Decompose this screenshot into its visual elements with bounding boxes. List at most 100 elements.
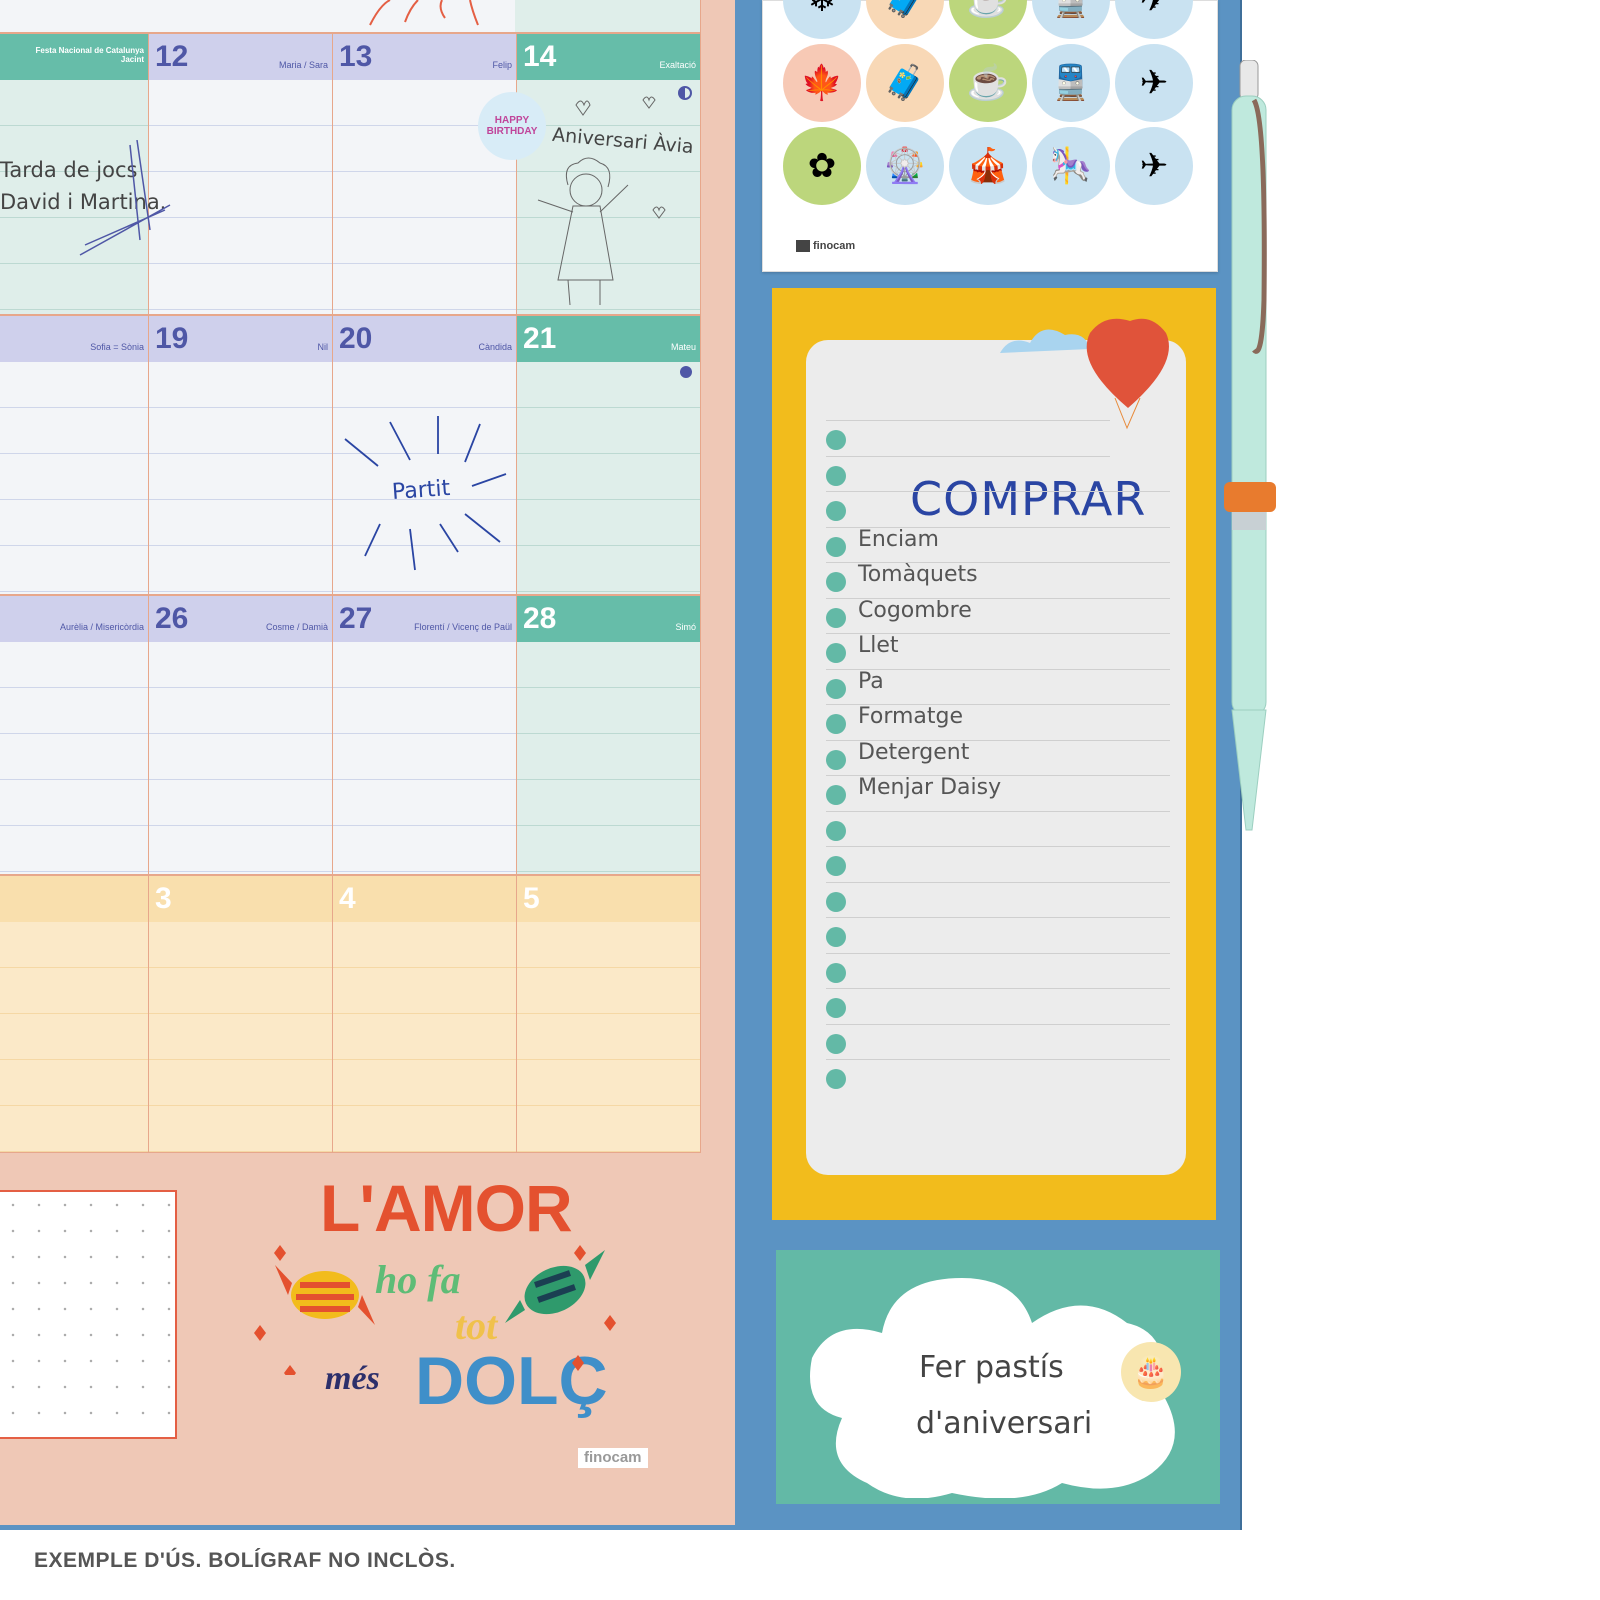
circus-tent-icon[interactable]: 🎪 [949, 127, 1027, 205]
sticker-sheet: ❄ 🧳 ☕ 🚆 ✈ 🍁 🧳 ☕ 🚆 ✈ ✿ 🎡 🎪 🎠 ✈ [762, 0, 1218, 272]
heart-icon [284, 1365, 296, 1375]
list-item[interactable]: Detergent [858, 740, 969, 765]
writing-lines [333, 922, 516, 1152]
saint-name: Felip [492, 60, 512, 70]
day-cell[interactable]: 4 [332, 876, 516, 1152]
day-number: 21 [523, 322, 557, 355]
heart-icon [604, 1315, 616, 1331]
bullet-dot [826, 927, 846, 947]
bullet-dot [826, 785, 846, 805]
list-line [826, 881, 1170, 883]
saint-name: Sofia = Sònia [90, 342, 144, 352]
day-cell[interactable]: 19 Nil [148, 316, 332, 594]
day-cell[interactable]: Aurèlia / Misericòrdia [0, 596, 148, 874]
saint-name: Aurèlia / Misericòrdia [59, 622, 144, 632]
day-number: 12 [155, 40, 189, 73]
day-header [0, 596, 148, 642]
bullet-dot [826, 998, 846, 1018]
list-item[interactable]: Pa [858, 669, 884, 694]
list-line [826, 1059, 1170, 1060]
heart-icon [574, 1245, 586, 1261]
day-cell[interactable]: 5 [516, 876, 700, 1152]
saint-name: Maria / Sara [278, 60, 328, 70]
candy-icons [254, 1245, 616, 1375]
list-item[interactable]: Llet [858, 633, 899, 658]
list-line [826, 917, 1170, 918]
day-cell[interactable]: 28 Simó [516, 596, 700, 874]
heart-icon [572, 1355, 584, 1371]
day-cell[interactable]: 21 Mateu [516, 316, 700, 594]
saint-name: Cosme / Damià [265, 622, 328, 632]
bullet-dot [826, 465, 846, 486]
writing-lines [0, 362, 148, 594]
bullet-dot [826, 678, 846, 699]
day-cell[interactable] [0, 876, 148, 1152]
train-icon[interactable]: 🚆 [1032, 0, 1110, 39]
day-number: 28 [523, 602, 557, 635]
saint-name: Exaltació [659, 60, 696, 70]
airplane-icon[interactable]: ✈ [1115, 127, 1193, 205]
day-number: 14 [523, 40, 557, 73]
airplane-icon[interactable]: ✈ [1115, 0, 1193, 39]
airplane-icon[interactable]: ✈ [1115, 44, 1193, 122]
flower-icon[interactable]: ✿ [783, 127, 861, 205]
dotted-notes-box[interactable] [0, 1190, 177, 1439]
bullet-dot [826, 1033, 846, 1054]
bullet-dot [826, 749, 846, 770]
hot-drink-icon[interactable]: ☕ [949, 44, 1027, 122]
calendar-grid: Festa Nacional de Catalunya Jacint 12 Ma… [0, 0, 701, 1153]
heart-icon [254, 1325, 266, 1341]
day-cell[interactable]: 13 Felip [332, 34, 516, 314]
list-line [826, 952, 1170, 954]
sticker-sheet-logo: finocam [796, 240, 855, 252]
list-item[interactable]: Enciam [858, 527, 939, 552]
writing-lines [149, 80, 332, 314]
writing-lines [0, 922, 148, 1152]
list-line [826, 420, 1110, 421]
slogan-line1: L'AMOR [320, 1171, 573, 1245]
suitcase-icon[interactable]: 🧳 [866, 0, 944, 39]
saint-name: Càndida [478, 342, 512, 352]
list-item[interactable]: Cogombre [858, 598, 972, 623]
bullet-dot [826, 856, 846, 876]
cake-icon: 🎂 [1121, 1342, 1181, 1402]
list-item[interactable]: Tomàquets [858, 562, 978, 587]
elastic-pen-holder [1224, 482, 1276, 512]
day-number: 13 [339, 40, 373, 73]
candy-green-icon [505, 1250, 605, 1323]
grid-right-border [700, 0, 701, 1152]
carousel-icon[interactable]: 🎠 [1032, 127, 1110, 205]
bullet-dot [826, 643, 846, 663]
writing-lines [0, 642, 148, 874]
saint-name: Nil [317, 342, 329, 352]
bullet-dot [826, 501, 846, 521]
day-cell[interactable]: Sofia = Sònia [0, 316, 148, 594]
day-header [0, 316, 148, 362]
day-cell[interactable]: 12 Maria / Sara [148, 34, 332, 314]
day-header [333, 876, 516, 922]
bullet-dot [826, 607, 846, 628]
suitcase-icon[interactable]: 🧳 [866, 44, 944, 122]
train-icon[interactable]: 🚆 [1032, 44, 1110, 122]
bullet-dot [826, 430, 846, 450]
ferris-wheel-icon[interactable]: 🎡 [866, 127, 944, 205]
calendar-sheet: Festa Nacional de Catalunya Jacint 12 Ma… [0, 0, 735, 1525]
list-item[interactable]: Formatge [858, 704, 963, 729]
list-line [826, 491, 1170, 492]
pen [1231, 60, 1267, 831]
hot-drink-icon[interactable]: ☕ [949, 0, 1027, 39]
list-item[interactable]: Menjar Daisy [858, 775, 1001, 800]
sticky-note[interactable]: Fer pastís d'aniversari 🎂 [776, 1250, 1220, 1504]
day-cell[interactable]: 27 Florentí / Vicenç de Paül [332, 596, 516, 874]
day-number: 20 [339, 322, 373, 355]
finocam-logo: finocam [578, 1448, 648, 1468]
writing-lines [333, 642, 516, 874]
day-cell[interactable]: 3 [148, 876, 332, 1152]
burst-lines [344, 416, 507, 571]
leaf-icon[interactable]: 🍁 [783, 44, 861, 122]
snowflake-icon[interactable]: ❄ [783, 0, 861, 39]
day-cell[interactable]: 26 Cosme / Damià [148, 596, 332, 874]
bullet-dot [826, 714, 846, 734]
list-line [826, 846, 1170, 847]
saint-name: Simó [675, 622, 696, 632]
